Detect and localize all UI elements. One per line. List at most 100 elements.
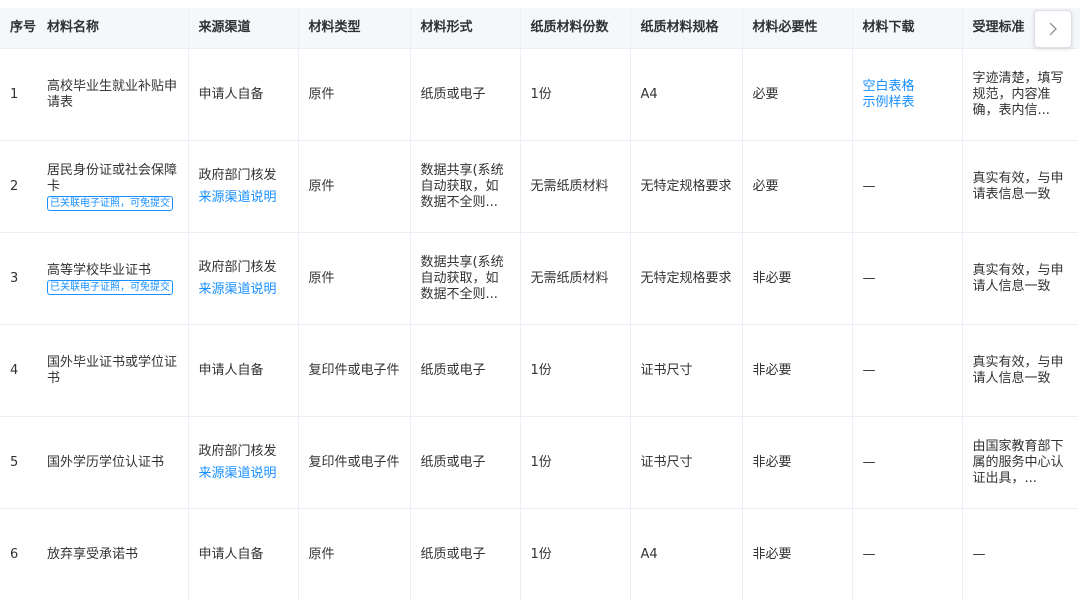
source-explain-link[interactable]: 来源渠道说明 (199, 282, 288, 298)
paper-copies: 无需纸质材料 (530, 270, 609, 286)
scroll-right-button[interactable] (1034, 10, 1072, 48)
row-seq: 3 (10, 270, 19, 286)
download-link-blank-form: — (862, 270, 876, 286)
necessity: 必要 (752, 178, 779, 194)
cell-standard: — (962, 508, 1078, 600)
source-text: 政府部门核发 (198, 167, 277, 183)
cell-form: 数据共享(系统自动获取，如数据不全则... (410, 232, 521, 325)
table-header-row: 序号 材料名称 来源渠道 材料类型 材料形式 纸质材料份数 纸质材料规格 材料必… (0, 8, 1078, 49)
paper-copies: 1份 (530, 362, 552, 378)
row-seq: 2 (10, 178, 19, 194)
cell-form: 纸质或电子 (410, 48, 521, 141)
source-explain-link[interactable]: 来源渠道说明 (199, 190, 288, 206)
material-name: 国外学历学位认证书 (47, 454, 165, 470)
cell-source: 政府部门核发 来源渠道说明 (188, 232, 299, 325)
material-name: 放弃享受承诺书 (47, 546, 139, 562)
cell-required: 必要 (742, 140, 853, 233)
necessity: 必要 (752, 86, 779, 102)
acceptance-standard: — (972, 546, 986, 562)
material-name: 国外毕业证书或学位证书 (47, 354, 178, 386)
cell-standard: 真实有效，与申请人信息一致 (962, 232, 1078, 325)
material-form: 数据共享(系统自动获取，如数据不全则... (420, 254, 504, 302)
cell-type: 复印件或电子件 (298, 416, 411, 509)
material-form: 纸质或电子 (420, 86, 486, 102)
cell-download: — (852, 324, 963, 417)
cell-standard: 真实有效，与申请表信息一致 (962, 140, 1078, 233)
cell-source: 申请人自备 (188, 48, 299, 141)
source-text: 申请人自备 (198, 362, 264, 378)
cell-type: 原件 (298, 508, 411, 600)
e-license-tag: 已关联电子证照，可免提交 (47, 195, 173, 211)
table-row: 3 高等学校毕业证书 已关联电子证照，可免提交 政府部门核发 来源渠道说明 原件… (0, 232, 1078, 325)
cell-seq: 6 (0, 508, 37, 600)
material-form: 纸质或电子 (420, 454, 486, 470)
header-required: 材料必要性 (742, 8, 853, 49)
necessity: 非必要 (752, 362, 792, 378)
download-link-blank-form: — (862, 454, 876, 470)
material-type: 复印件或电子件 (308, 454, 400, 470)
cell-seq: 2 (0, 140, 37, 233)
paper-spec: 证书尺寸 (640, 362, 693, 378)
paper-spec: 无特定规格要求 (640, 270, 732, 286)
cell-download: — (852, 416, 963, 509)
cell-download: — (852, 508, 963, 600)
table-row: 4 国外毕业证书或学位证书 申请人自备 复印件或电子件 纸质或电子 1份 证书尺… (0, 324, 1078, 417)
cell-copies: 1份 (520, 48, 631, 141)
cell-standard: 字迹清楚，填写规范，内容准确，表内信... (962, 48, 1078, 141)
header-copies: 纸质材料份数 (520, 8, 631, 49)
header-type: 材料类型 (298, 8, 411, 49)
paper-spec: A4 (640, 86, 658, 102)
download-link-sample[interactable]: 示例样表 (863, 95, 952, 111)
necessity: 非必要 (752, 270, 792, 286)
paper-spec: A4 (640, 546, 658, 562)
cell-download: — (852, 140, 963, 233)
source-text: 政府部门核发 (198, 443, 277, 459)
header-source: 来源渠道 (188, 8, 299, 49)
cell-form: 纸质或电子 (410, 416, 521, 509)
necessity: 非必要 (752, 546, 792, 562)
material-form: 纸质或电子 (420, 362, 486, 378)
row-seq: 5 (10, 454, 19, 470)
row-seq: 6 (10, 546, 19, 562)
download-link-blank-form: — (862, 362, 876, 378)
cell-material-name: 国外学历学位认证书 (37, 416, 189, 509)
cell-material-name: 居民身份证或社会保障卡 已关联电子证照，可免提交 (37, 140, 189, 233)
table-row: 1 高校毕业生就业补贴申请表 申请人自备 原件 纸质或电子 1份 A4 必要 空… (0, 48, 1078, 141)
cell-copies: 1份 (520, 508, 631, 600)
header-download: 材料下载 (852, 8, 963, 49)
source-text: 申请人自备 (198, 86, 264, 102)
source-explain-link[interactable]: 来源渠道说明 (199, 466, 288, 482)
cell-form: 纸质或电子 (410, 324, 521, 417)
cell-seq: 1 (0, 48, 37, 141)
necessity: 非必要 (752, 454, 792, 470)
material-type: 原件 (308, 546, 335, 562)
header-material-name: 材料名称 (37, 8, 189, 49)
materials-table: 序号 材料名称 来源渠道 材料类型 材料形式 纸质材料份数 纸质材料规格 材料必… (0, 8, 1078, 600)
cell-source: 申请人自备 (188, 508, 299, 600)
cell-spec: A4 (630, 48, 743, 141)
download-link-blank-form[interactable]: 空白表格 (863, 79, 952, 95)
download-link-blank-form: — (862, 546, 876, 562)
cell-seq: 4 (0, 324, 37, 417)
chevron-right-icon (1049, 22, 1057, 36)
table-row: 6 放弃享受承诺书 申请人自备 原件 纸质或电子 1份 A4 非必要 — — (0, 508, 1078, 600)
cell-source: 政府部门核发 来源渠道说明 (188, 416, 299, 509)
cell-copies: 1份 (520, 416, 631, 509)
cell-standard: 真实有效，与申请人信息一致 (962, 324, 1078, 417)
cell-type: 复印件或电子件 (298, 324, 411, 417)
cell-required: 必要 (742, 48, 853, 141)
cell-spec: 证书尺寸 (630, 416, 743, 509)
download-link-blank-form: — (862, 178, 876, 194)
cell-form: 纸质或电子 (410, 508, 521, 600)
material-type: 原件 (308, 86, 335, 102)
cell-spec: 无特定规格要求 (630, 232, 743, 325)
cell-download: 空白表格 示例样表 (852, 48, 963, 141)
e-license-tag: 已关联电子证照，可免提交 (47, 279, 173, 295)
paper-copies: 1份 (530, 454, 552, 470)
acceptance-standard: 真实有效，与申请表信息一致 (972, 170, 1064, 202)
table-row: 5 国外学历学位认证书 政府部门核发 来源渠道说明 复印件或电子件 纸质或电子 … (0, 416, 1078, 509)
material-form: 数据共享(系统自动获取，如数据不全则... (420, 162, 504, 210)
cell-form: 数据共享(系统自动获取，如数据不全则... (410, 140, 521, 233)
header-spec: 纸质材料规格 (630, 8, 743, 49)
acceptance-standard: 真实有效，与申请人信息一致 (972, 262, 1064, 294)
